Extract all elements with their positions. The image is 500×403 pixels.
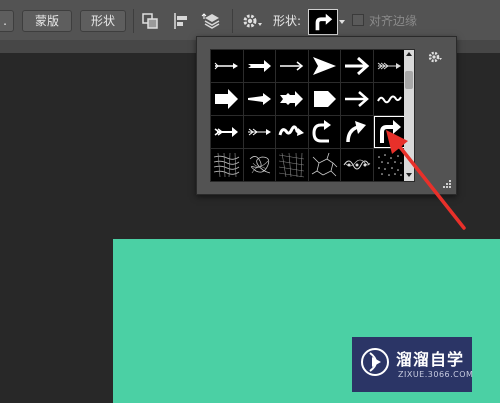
shape-cell[interactable] [276,50,308,82]
shape-cell[interactable] [341,50,373,82]
arrow-simple-icon [280,61,304,71]
shape-grid [211,50,405,181]
selection-button-label: . [3,14,7,28]
shape-cell[interactable] [308,83,340,115]
arrow-right-icon [345,91,369,107]
toolbar-divider [133,9,134,33]
shape-cell[interactable] [308,149,340,181]
options-toolbar: . 蒙版 形状 形状: 对齐边缘 [0,0,500,41]
arrow-pentagon-icon [313,91,336,107]
texture-grid-icon [213,152,240,178]
chevron-down-icon[interactable] [338,18,346,26]
shape-preset-selector[interactable] [308,9,338,35]
shape-cell[interactable] [373,83,405,115]
arrow-feathered-icon [247,60,271,72]
shape-cell[interactable] [243,50,275,82]
arrow-triangle-icon [312,57,336,75]
shape-cell[interactable] [243,83,275,115]
arrow-wave-icon [376,95,402,104]
shape-cell[interactable] [243,149,275,181]
selection-button[interactable]: . [0,10,14,32]
texture-lace-icon [343,159,371,170]
watermark-title: 溜溜自学 [396,350,465,369]
panel-gear-icon[interactable] [427,49,443,65]
scrollbar-thumb[interactable] [405,71,413,89]
arrow-bold-icon [345,56,370,76]
shape-cell[interactable] [276,83,308,115]
mask-button[interactable]: 蒙版 [22,10,72,32]
arrow-fletched-icon [377,62,401,70]
texture-scribble-icon [249,156,270,174]
shape-cell[interactable] [373,50,405,82]
shape-cell[interactable] [308,116,340,148]
gear-icon[interactable] [240,10,264,32]
align-edges-label: 对齐边缘 [369,14,418,28]
shape-button-label: 形状 [90,14,115,28]
shape-cell[interactable] [211,50,243,82]
arrow-thin-icon [214,62,238,70]
toolbar-divider [232,9,233,33]
annotation-arrow-icon [386,130,466,230]
shape-cell[interactable] [211,149,243,181]
arrow-barbed-icon [214,127,238,137]
arrow-block-icon [215,89,238,109]
arrow-squiggle-icon [278,125,304,136]
path-alignment-icon[interactable] [170,10,192,32]
watermark-subtitle: ZIXUE.3066.COM [398,370,474,379]
path-operations-icon[interactable] [139,10,161,32]
arrow-dotted-icon [247,128,271,136]
align-edges-checkbox[interactable] [352,14,364,26]
texture-mesh-icon [278,152,305,178]
arrow-turn-right-icon [315,13,333,31]
mask-button-label: 蒙版 [34,14,59,28]
arrow-curve-up-icon [346,121,366,143]
arrow-tapered-icon [247,93,271,105]
shape-cell[interactable] [276,149,308,181]
shape-cell[interactable] [341,83,373,115]
shape-cell[interactable] [308,50,340,82]
texture-cracked-icon [311,152,337,177]
shape-cell[interactable] [211,116,243,148]
shape-cell[interactable] [243,116,275,148]
play-logo-icon [361,348,389,376]
shape-cell[interactable] [341,149,373,181]
watermark-badge: 溜溜自学 ZIXUE.3066.COM [352,337,474,392]
shape-cell[interactable] [211,83,243,115]
scroll-up-icon[interactable] [406,52,412,56]
shape-button[interactable]: 形状 [80,10,126,32]
shape-cell[interactable] [276,116,308,148]
arrow-notched-icon [280,91,303,107]
arrow-curve-back-icon [311,120,331,143]
shape-label: 形状: [273,14,302,28]
shape-cell[interactable] [341,116,373,148]
path-arrangement-icon[interactable] [201,10,223,32]
